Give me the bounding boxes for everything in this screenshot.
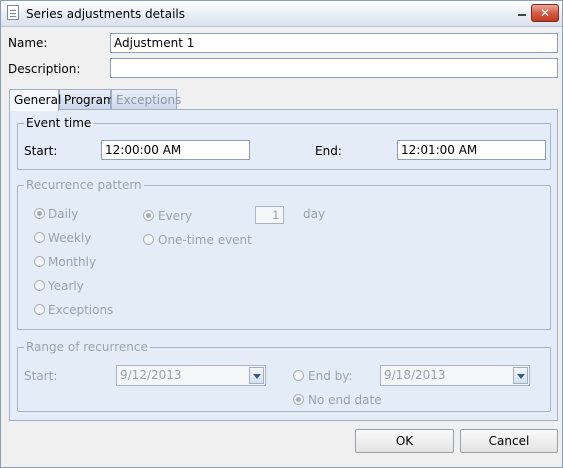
description-label: Description:	[8, 62, 81, 76]
daily-label: Daily	[48, 207, 79, 221]
event-end-label: End:	[315, 144, 342, 158]
every-unit-label: day	[303, 207, 326, 221]
ok-button[interactable]: OK	[355, 429, 454, 453]
every-days-input[interactable]	[255, 206, 284, 224]
weekly-label: Weekly	[48, 231, 92, 245]
end-by-radio[interactable]	[293, 370, 304, 381]
monthly-label: Monthly	[48, 255, 97, 269]
weekly-radio[interactable]	[34, 232, 45, 243]
monthly-radio[interactable]	[34, 256, 45, 267]
every-radio[interactable]	[143, 210, 154, 221]
window-title: Series adjustments details	[26, 7, 186, 21]
event-end-input[interactable]	[397, 140, 546, 160]
yearly-label: Yearly	[48, 279, 84, 293]
exceptions-radio[interactable]	[34, 304, 45, 315]
name-label: Name:	[8, 36, 48, 50]
end-by-value: 9/18/2013	[384, 368, 446, 382]
range-start-label: Start:	[24, 369, 58, 383]
no-end-date-radio[interactable]	[293, 394, 304, 405]
yearly-radio[interactable]	[34, 280, 45, 291]
exceptions-label: Exceptions	[48, 303, 114, 317]
description-input[interactable]	[110, 58, 558, 78]
no-end-date-label: No end date	[308, 393, 382, 407]
dialog-window: Series adjustments details ✕ Name: Descr…	[0, 0, 563, 468]
end-by-label: End by:	[308, 369, 353, 383]
event-start-label: Start:	[24, 144, 58, 158]
event-start-input[interactable]	[101, 140, 250, 160]
title-bar[interactable]: Series adjustments details ✕	[1, 1, 562, 27]
daily-radio[interactable]	[34, 208, 45, 219]
tab-program[interactable]: Program	[59, 89, 115, 110]
tab-general[interactable]: General	[9, 89, 61, 111]
close-icon: ✕	[539, 6, 551, 20]
chevron-down-icon[interactable]	[513, 367, 528, 384]
one-time-label: One-time event	[158, 233, 252, 247]
tab-exceptions[interactable]: Exceptions	[111, 89, 181, 110]
range-start-combo[interactable]: 9/12/2013	[116, 365, 266, 386]
event-time-group: Event time Start: End:	[17, 116, 551, 170]
chevron-down-icon[interactable]	[249, 367, 264, 384]
cancel-button[interactable]: Cancel	[460, 429, 558, 453]
document-icon	[7, 5, 19, 20]
close-button[interactable]: ✕	[531, 4, 559, 22]
event-time-legend: Event time	[24, 116, 94, 130]
range-start-value: 9/12/2013	[120, 368, 182, 382]
range-group: Range of recurrence Start: 9/12/2013 End…	[17, 340, 551, 412]
name-input[interactable]	[110, 33, 558, 53]
general-tab-panel: Event time Start: End: Recurrence patter…	[9, 109, 558, 421]
recurrence-legend: Recurrence pattern	[24, 178, 144, 192]
minimize-icon[interactable]	[517, 8, 527, 18]
recurrence-group: Recurrence pattern Daily Weekly Monthly …	[17, 178, 551, 330]
one-time-radio[interactable]	[143, 234, 154, 245]
range-legend: Range of recurrence	[24, 340, 150, 354]
every-label: Every	[158, 209, 193, 223]
end-by-combo[interactable]: 9/18/2013	[380, 365, 530, 386]
